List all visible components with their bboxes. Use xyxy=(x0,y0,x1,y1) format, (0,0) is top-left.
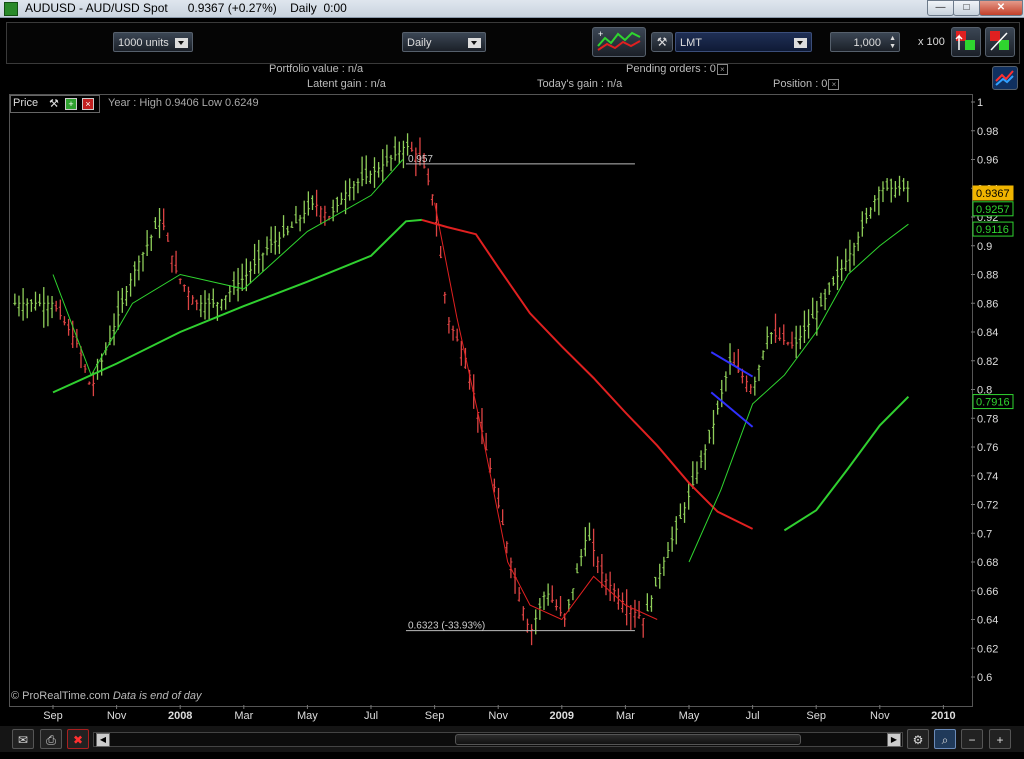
price-badge-text: 0.9116 xyxy=(976,224,1009,236)
y-tick-label: 0.64 xyxy=(977,615,998,627)
data-note: Data is end of day xyxy=(112,690,202,702)
x-tick-label: Sep xyxy=(806,710,826,722)
price-bars xyxy=(13,133,910,646)
x-tick-label: Jul xyxy=(364,710,378,722)
y-tick-label: 0.7 xyxy=(977,528,992,540)
horizontal-scrollbar[interactable] xyxy=(93,732,903,747)
high-line-label: 0.957 xyxy=(408,154,433,165)
zoom-select-icon[interactable]: ⌕ xyxy=(934,729,956,749)
x-tick-label: May xyxy=(679,710,700,722)
y-tick-label: 0.88 xyxy=(977,270,998,282)
remove-icon[interactable]: × xyxy=(82,98,94,110)
x-tick-label: 2008 xyxy=(168,710,192,722)
y-tick-label: 0.98 xyxy=(977,126,998,138)
y-tick-label: 0.68 xyxy=(977,557,998,569)
low-line-label: 0.6323 (-33.93%) xyxy=(408,621,485,632)
y-tick-label: 0.74 xyxy=(977,471,998,483)
price-chart-panel[interactable]: 0.9570.6323 (-33.93%) 10.980.960.940.920… xyxy=(9,94,1014,722)
x-tick-label: 2009 xyxy=(550,710,574,722)
y-axis: 10.980.960.940.920.90.880.860.840.820.80… xyxy=(971,97,1014,684)
x-tick-label: Nov xyxy=(870,710,890,722)
x-tick-label: May xyxy=(297,710,318,722)
scroll-right-button[interactable]: ▶ xyxy=(887,733,901,747)
x-tick-label: 2010 xyxy=(931,710,955,722)
channel-upper xyxy=(710,351,754,378)
zoom-out-icon[interactable]: − xyxy=(961,729,983,749)
ma-long-line-end xyxy=(783,395,910,532)
ma-long-line-red xyxy=(421,218,754,530)
x-tick-label: Sep xyxy=(425,710,445,722)
y-tick-label: 0.72 xyxy=(977,500,998,512)
x-tick-label: Nov xyxy=(107,710,127,722)
x-axis: Sep Nov 2008 Mar May Jul Sep Nov 2009 Mar May Jul Se… xyxy=(43,705,956,722)
y-tick-label: 0.62 xyxy=(977,643,998,655)
wrench-icon[interactable]: ⚒ xyxy=(49,97,59,110)
watermark: © ProRealTime.com Data is end of day xyxy=(11,690,202,702)
price-legend-box: Price ⚒ + × xyxy=(10,95,100,113)
y-tick-label: 0.86 xyxy=(977,298,998,310)
y-tick-label: 0.84 xyxy=(977,327,998,339)
moving-averages xyxy=(52,159,910,621)
scrollbar-thumb[interactable] xyxy=(455,734,801,745)
price-badge-text: 0.9257 xyxy=(976,204,1010,216)
watermark-text: © ProRealTime.com xyxy=(11,690,110,702)
scroll-left-button[interactable]: ◀ xyxy=(96,733,110,747)
mail-icon[interactable]: ✉ xyxy=(12,729,34,749)
y-tick-label: 0.6 xyxy=(977,672,992,684)
x-tick-label: Mar xyxy=(616,710,635,722)
ma-long-line xyxy=(52,218,422,394)
x-tick-label: Sep xyxy=(43,710,63,722)
y-tick-label: 0.9 xyxy=(977,241,992,253)
y-tick-label: 0.76 xyxy=(977,442,998,454)
y-tick-label: 0.66 xyxy=(977,586,998,598)
indicator-icon[interactable]: ⚙ xyxy=(907,729,929,749)
print-icon[interactable]: ⎙ xyxy=(40,729,62,749)
y-tick-label: 0.82 xyxy=(977,356,998,368)
x-tick-label: Nov xyxy=(488,710,508,722)
y-tick-label: 0.96 xyxy=(977,155,998,167)
annotations: 0.957 0.6323 (-33.93%) xyxy=(405,154,754,632)
price-badge-text: 0.9367 xyxy=(976,188,1010,200)
price-badge-text: 0.7916 xyxy=(976,397,1010,409)
y-tick-label: 1 xyxy=(977,97,983,109)
zoom-in-icon[interactable]: + xyxy=(989,729,1011,749)
add-icon[interactable]: + xyxy=(65,98,77,110)
year-high-low: Year : High 0.9406 Low 0.6249 xyxy=(108,97,259,109)
y-tick-label: 0.78 xyxy=(977,413,998,425)
x-tick-label: Jul xyxy=(746,710,760,722)
delete-icon[interactable]: ✖ xyxy=(67,729,89,749)
price-label: Price xyxy=(13,97,39,109)
x-tick-label: Mar xyxy=(234,710,253,722)
price-chart[interactable]: 0.9570.6323 (-33.93%) 10.980.960.940.920… xyxy=(1,1,1015,722)
